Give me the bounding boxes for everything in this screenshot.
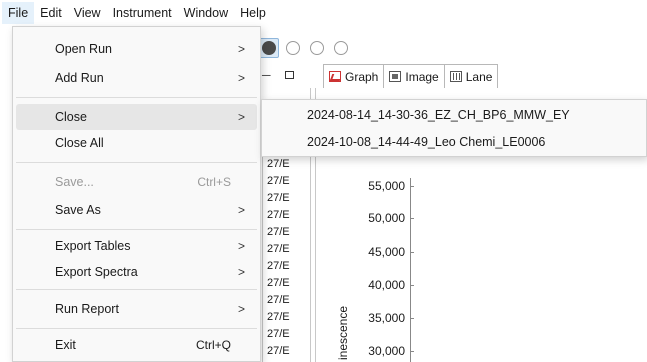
menu-item-label: Add Run xyxy=(55,71,104,85)
list-item[interactable]: 27/E xyxy=(263,241,306,258)
tab-image[interactable]: Image xyxy=(384,65,445,88)
menu-item-open-run[interactable]: Open Run > xyxy=(16,36,257,62)
menu-item-exit[interactable]: Exit Ctrl+Q xyxy=(16,332,257,358)
image-icon xyxy=(389,71,402,82)
list-item[interactable]: 27/E xyxy=(263,275,306,292)
menu-item-export-tables[interactable]: Export Tables > xyxy=(16,233,257,259)
menu-item-close-all[interactable]: Close All xyxy=(16,130,257,156)
menu-item-label: Export Spectra xyxy=(55,265,138,279)
submenu-item-run[interactable]: 2024-10-08_14-44-49_Leo Chemi_LE0006 xyxy=(265,129,645,155)
menu-separator xyxy=(16,97,257,98)
chevron-right-icon: > xyxy=(237,110,245,124)
menu-edit[interactable]: Edit xyxy=(34,2,68,24)
y-axis-label: inescence xyxy=(336,305,350,360)
circle-button-3[interactable] xyxy=(331,38,351,58)
y-tick-label: 30,000 xyxy=(368,344,405,358)
circle-button-2[interactable] xyxy=(307,38,327,58)
y-tick-mark xyxy=(410,351,414,352)
submenu-item-run[interactable]: 2024-08-14_14-30-36_EZ_CH_BP6_MMW_EY xyxy=(265,102,645,128)
filled-circle-icon xyxy=(262,41,276,55)
y-tick-label: 45,000 xyxy=(368,245,405,259)
menu-item-shortcut: Ctrl+S xyxy=(197,175,231,189)
y-tick-mark xyxy=(410,252,414,253)
menu-separator xyxy=(16,289,257,290)
file-menu-dropdown: Open Run > Add Run > Close > Close All S… xyxy=(12,26,261,362)
circle-button-1[interactable] xyxy=(283,38,303,58)
y-tick-mark xyxy=(410,218,414,219)
menu-separator xyxy=(16,162,257,163)
menu-item-save: Save... Ctrl+S xyxy=(16,169,257,195)
list-item[interactable]: 27/E xyxy=(263,224,306,241)
menu-item-save-as[interactable]: Save As > xyxy=(16,197,257,223)
menu-item-shortcut: Ctrl+Q xyxy=(195,338,231,352)
list-item[interactable]: 27/E xyxy=(263,207,306,224)
y-tick-mark xyxy=(410,318,414,319)
menu-item-label: Open Run xyxy=(55,42,112,56)
run-list: 27/E 27/E 27/E 27/E 27/E 27/E 27/E 27/E … xyxy=(262,156,306,362)
menu-item-label: Save As xyxy=(55,203,101,217)
tab-lane-label: Lane xyxy=(465,69,493,84)
minimize-icon[interactable]: ─ xyxy=(262,68,271,82)
menu-item-export-spectra[interactable]: Export Spectra > xyxy=(16,259,257,285)
chevron-right-icon: > xyxy=(237,302,245,316)
tab-graph[interactable]: Graph xyxy=(324,65,385,88)
lane-icon xyxy=(449,71,462,82)
list-item[interactable]: 27/E xyxy=(263,309,306,326)
menu-help[interactable]: Help xyxy=(234,2,272,24)
maximize-icon[interactable] xyxy=(284,71,294,79)
graph-icon xyxy=(329,71,341,82)
menu-file[interactable]: File xyxy=(2,2,35,24)
menu-view[interactable]: View xyxy=(68,2,107,24)
toolbar xyxy=(250,36,351,60)
tab-lane[interactable]: Lane xyxy=(444,65,498,88)
menu-instrument[interactable]: Instrument xyxy=(107,2,178,24)
list-item[interactable]: 27/E xyxy=(263,173,306,190)
menu-item-label: Close All xyxy=(55,136,104,150)
y-axis-line xyxy=(410,178,411,362)
list-item[interactable]: 27/E xyxy=(263,258,306,275)
list-item[interactable]: 27/E xyxy=(263,292,306,309)
y-tick-mark xyxy=(410,186,414,187)
menu-item-close[interactable]: Close > xyxy=(16,104,257,130)
menu-item-label: Run Report xyxy=(55,302,119,316)
list-item[interactable]: 27/E xyxy=(263,190,306,207)
menu-item-run-report[interactable]: Run Report > xyxy=(16,296,257,322)
menu-item-label: Exit xyxy=(55,338,76,352)
tab-image-label: Image xyxy=(405,69,439,84)
tab-graph-label: Graph xyxy=(345,69,379,84)
hollow-circle-icon xyxy=(286,41,300,55)
chevron-right-icon: > xyxy=(237,71,245,85)
y-tick-label: 55,000 xyxy=(368,179,405,193)
view-tabs: Graph Image Lane xyxy=(323,64,499,88)
record-filled-button[interactable] xyxy=(259,38,279,58)
menu-window[interactable]: Window xyxy=(178,2,234,24)
menu-separator xyxy=(16,328,257,329)
y-tick-mark xyxy=(410,285,414,286)
menubar: File Edit View Instrument Window Help xyxy=(0,0,647,26)
hollow-circle-icon xyxy=(334,41,348,55)
panel-window-controls: ─ xyxy=(262,68,294,82)
menu-item-label: Export Tables xyxy=(55,239,131,253)
y-tick-label: 40,000 xyxy=(368,278,405,292)
chevron-right-icon: > xyxy=(237,42,245,56)
list-item[interactable]: 27/E xyxy=(263,326,306,343)
list-item[interactable]: 27/E xyxy=(263,156,306,173)
list-item[interactable]: 27/E xyxy=(263,343,306,360)
menu-item-label: Close xyxy=(55,110,87,124)
chevron-right-icon: > xyxy=(237,265,245,279)
y-tick-label: 50,000 xyxy=(368,211,405,225)
menu-separator xyxy=(16,229,257,230)
menu-item-label: Save... xyxy=(55,175,94,189)
chevron-right-icon: > xyxy=(237,239,245,253)
y-tick-label: 35,000 xyxy=(368,311,405,325)
menu-item-add-run[interactable]: Add Run > xyxy=(16,65,257,91)
chevron-right-icon: > xyxy=(237,203,245,217)
close-submenu: 2024-08-14_14-30-36_EZ_CH_BP6_MMW_EY 202… xyxy=(261,99,647,157)
hollow-circle-icon xyxy=(310,41,324,55)
